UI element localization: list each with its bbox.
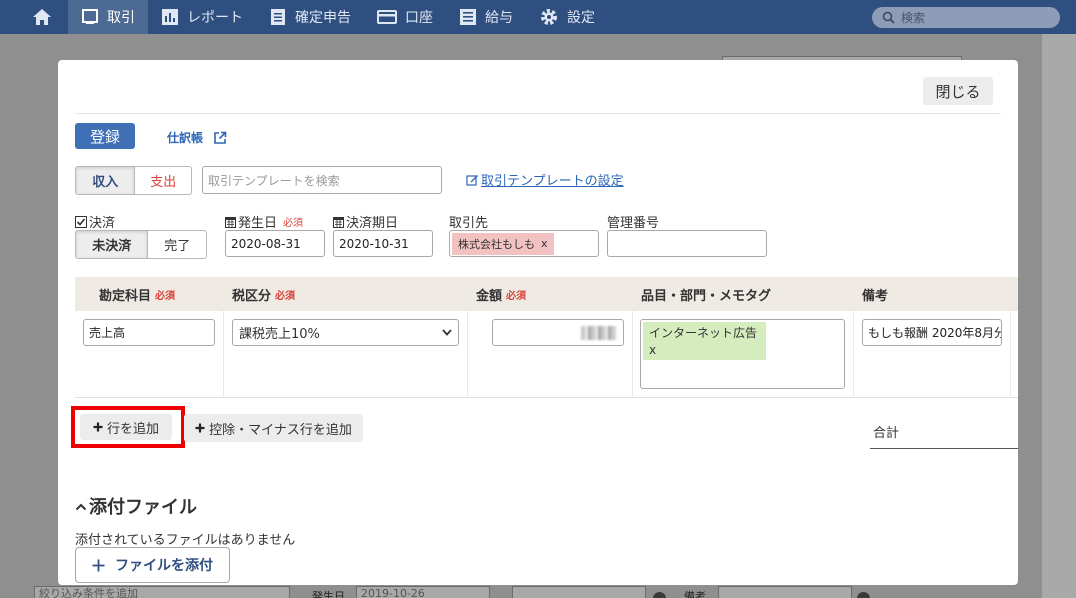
- card-icon: [377, 10, 397, 24]
- ref-number-label: 管理番号: [607, 216, 660, 231]
- transaction-modal: 閉じる 登録 仕訳帳 収入 支出 取引テンプレートを検索 取引テンプレートの設定…: [58, 60, 1018, 585]
- document-icon: [271, 9, 285, 25]
- col-items: 品目・部門・メモタグ: [641, 288, 772, 304]
- attachments-heading[interactable]: 添付ファイル: [75, 493, 197, 519]
- col-note: 備考: [862, 288, 889, 304]
- nav-item-accounts[interactable]: 口座: [364, 0, 446, 34]
- nav-item-tax-return[interactable]: 確定申告: [256, 0, 364, 34]
- search-input[interactable]: 検索: [872, 7, 1060, 28]
- expense-toggle[interactable]: 支出: [134, 167, 191, 194]
- home-button[interactable]: [0, 0, 68, 34]
- bg-date-field-2: [512, 586, 646, 598]
- issue-date-label: 発生日 必須: [225, 212, 303, 231]
- template-settings-link[interactable]: 取引テンプレートの設定: [466, 170, 624, 189]
- settlement-toggle: 未決済 完了: [75, 230, 207, 259]
- unsettled-toggle[interactable]: 未決済: [76, 231, 148, 258]
- bg-date-field: 2019-10-26: [356, 586, 490, 598]
- highlight-box: [71, 406, 185, 448]
- partner-input[interactable]: 株式会社もしも x: [449, 230, 599, 257]
- chevron-down-icon: [442, 329, 452, 336]
- nav-label: 確定申告: [295, 10, 351, 26]
- partner-label: 取引先: [449, 216, 489, 231]
- type-toggle: 収入 支出: [75, 166, 192, 195]
- bg-date-label: 発生日: [312, 590, 345, 598]
- attach-file-button[interactable]: ファイルを添付: [75, 547, 230, 583]
- list-icon: [460, 9, 476, 25]
- total-label: 合計: [873, 426, 900, 441]
- bg-note-field: [718, 586, 852, 598]
- nav-label: 口座: [405, 10, 433, 26]
- add-minus-row-button[interactable]: 控除・マイナス行を追加: [184, 414, 363, 442]
- bg-note-label: 備考: [684, 590, 706, 598]
- attachments-empty-text: 添付されているファイルはありません: [75, 533, 296, 548]
- journal-link-label: 仕訳帳: [167, 131, 204, 145]
- bg-clear-icon: [857, 592, 870, 598]
- close-button[interactable]: 閉じる: [923, 77, 993, 105]
- column-divider: [467, 311, 468, 398]
- settlement-label: 決済: [75, 212, 115, 231]
- page-overlay-edge: [1042, 34, 1076, 598]
- search-icon: [882, 11, 895, 24]
- bg-filter-field: 絞り込み条件を追加: [34, 586, 290, 598]
- nav-label: 設定: [567, 10, 595, 26]
- ref-number-input[interactable]: [607, 230, 767, 257]
- nav-label: レポート: [187, 10, 243, 26]
- nav-item-payroll[interactable]: 給与: [446, 0, 526, 34]
- transactions-icon: [82, 9, 98, 24]
- amount-input[interactable]: [492, 319, 624, 346]
- divider: [75, 113, 1001, 114]
- tax-select[interactable]: 課税売上10%: [232, 319, 459, 346]
- column-divider: [1010, 311, 1011, 398]
- column-divider: [853, 311, 854, 398]
- total-underline: [870, 448, 1018, 449]
- col-account: 勘定科目 必須: [99, 288, 176, 304]
- account-input[interactable]: 売上高: [83, 319, 215, 346]
- journal-link[interactable]: 仕訳帳: [167, 129, 227, 146]
- gear-icon: [541, 9, 557, 25]
- plus-icon: [195, 423, 205, 433]
- required-badge: 必須: [283, 218, 304, 229]
- col-amount: 金額 必須: [476, 288, 527, 304]
- partner-tag-remove[interactable]: x: [541, 237, 548, 250]
- search-placeholder: 検索: [901, 11, 926, 25]
- template-search-input[interactable]: 取引テンプレートを検索: [202, 166, 442, 194]
- col-tax: 税区分 必須: [232, 288, 296, 304]
- table-header: 勘定科目 必須 税区分 必須 金額 必須 品目・部門・メモタグ 備考: [75, 277, 1018, 311]
- edit-icon: [466, 175, 478, 186]
- column-divider: [223, 311, 224, 398]
- calendar-icon: [333, 216, 344, 228]
- nav-item-transactions[interactable]: 取引: [68, 0, 148, 34]
- nav-item-settings[interactable]: 設定: [526, 0, 608, 34]
- home-icon: [33, 9, 51, 25]
- plus-icon: [92, 559, 105, 571]
- done-toggle[interactable]: 完了: [147, 231, 206, 258]
- memo-tag-remove[interactable]: x: [649, 342, 760, 359]
- checkbox-icon[interactable]: [75, 215, 87, 228]
- amount-redacted: [581, 325, 617, 340]
- column-divider: [632, 311, 633, 398]
- income-toggle[interactable]: 収入: [76, 167, 135, 194]
- items-tag-input[interactable]: インターネット広告 x: [640, 319, 845, 389]
- register-button[interactable]: 登録: [75, 123, 135, 149]
- bg-clear-icon: [653, 592, 666, 598]
- partner-tag: 株式会社もしも x: [452, 232, 554, 255]
- calendar-icon: [225, 216, 236, 228]
- memo-tag: インターネット広告 x: [643, 322, 766, 360]
- note-input[interactable]: もしも報酬 2020年8月分: [862, 319, 1002, 346]
- top-nav: 取引 レポート 確定申告 口座 給与 設定 検索: [0, 0, 1076, 34]
- nav-label: 給与: [485, 10, 513, 26]
- external-link-icon: [214, 131, 227, 144]
- nav-label: 取引: [107, 10, 135, 26]
- chevron-up-icon: [75, 503, 87, 510]
- issue-date-input[interactable]: 2020-08-31: [225, 230, 325, 257]
- chart-bar-icon: [162, 9, 178, 25]
- nav-item-reports[interactable]: レポート: [148, 0, 256, 34]
- due-date-input[interactable]: 2020-10-31: [333, 230, 433, 257]
- due-date-label: 決済期日: [333, 212, 398, 231]
